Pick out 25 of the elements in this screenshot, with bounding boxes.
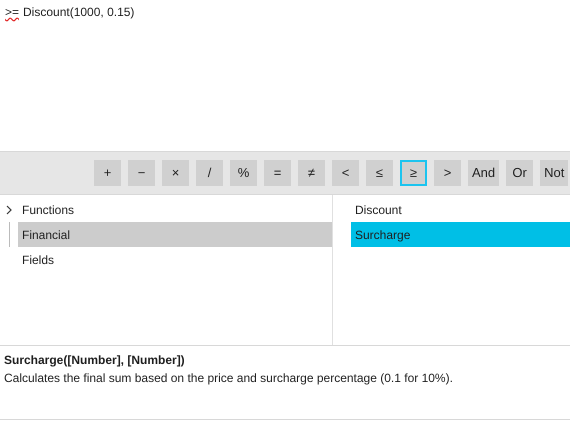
chevron-right-icon[interactable] — [5, 204, 13, 214]
tree-item[interactable]: Functions — [18, 197, 332, 222]
operator-button[interactable]: And — [468, 160, 500, 186]
operator-button[interactable]: × — [162, 160, 189, 186]
operator-button[interactable]: = — [264, 160, 291, 186]
operator-button[interactable]: > — [434, 160, 461, 186]
function-item[interactable]: Discount — [351, 197, 570, 222]
function-item[interactable]: Surcharge — [351, 222, 570, 247]
operator-button[interactable]: < — [332, 160, 359, 186]
operator-button[interactable]: − — [128, 160, 155, 186]
function-description: Calculates the final sum based on the price and surcharge percentage (0.1 for 10%). — [4, 370, 454, 387]
operator-button[interactable]: + — [94, 160, 121, 186]
tree-item[interactable]: Fields — [18, 247, 332, 272]
expression-editor[interactable]: >= Discount(1000, 0.15) — [0, 0, 570, 151]
operator-button[interactable]: Or — [506, 160, 534, 186]
expression-text: >= — [5, 4, 20, 21]
operator-button[interactable]: ≤ — [366, 160, 393, 186]
operator-button[interactable]: / — [196, 160, 223, 186]
tree-item[interactable]: Financial — [18, 222, 332, 247]
function-signature: Surcharge([Number], [Number]) — [4, 352, 186, 369]
operator-button[interactable]: ≠ — [298, 160, 325, 186]
operator-button[interactable]: Not — [540, 160, 568, 186]
expression-text: Discount(1000, 0.15) — [23, 4, 134, 21]
operator-button[interactable]: ≥ — [400, 160, 427, 186]
operator-button[interactable]: % — [230, 160, 257, 186]
